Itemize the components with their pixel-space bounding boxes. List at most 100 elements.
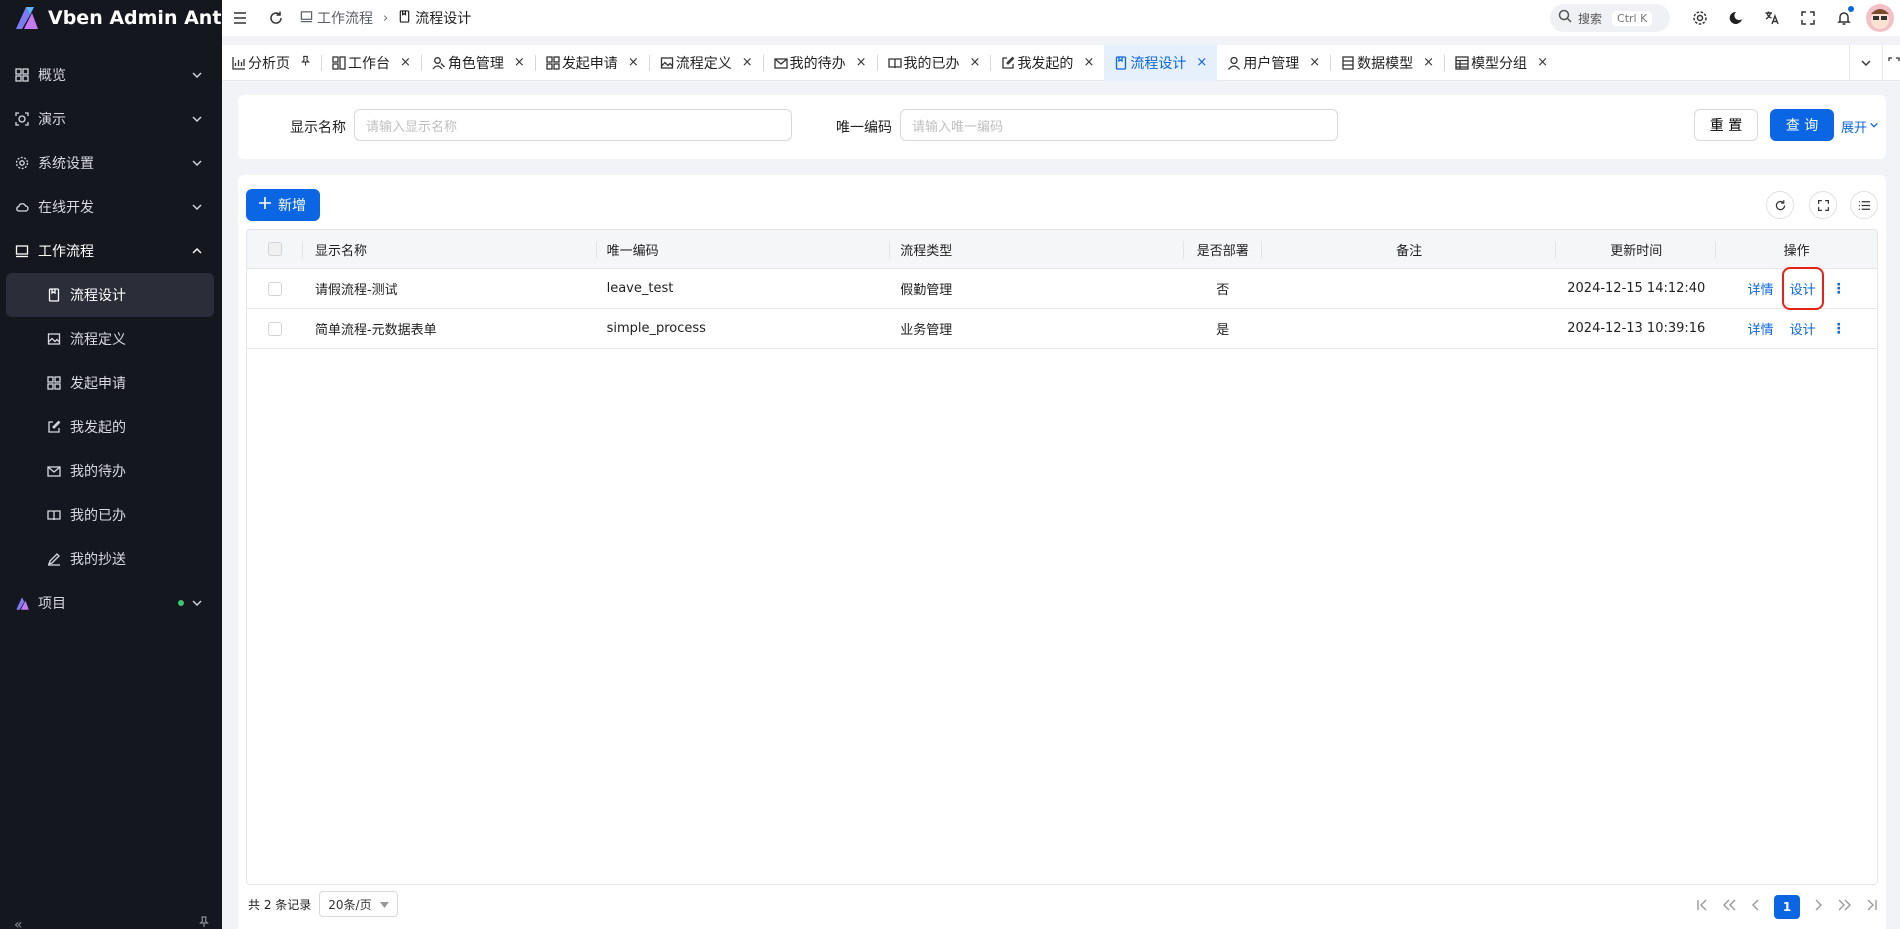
breadcrumb-item-workflow[interactable]: 工作流程: [300, 8, 373, 28]
sidebar-item-workflow[interactable]: 工作流程: [0, 229, 222, 273]
next-page-icon[interactable]: [1814, 899, 1824, 915]
row-select-cell: [247, 309, 303, 348]
breadcrumb-separator-icon: ›: [383, 10, 389, 26]
next-group-icon[interactable]: [1838, 899, 1852, 915]
book-icon: [46, 507, 62, 523]
pen-icon: [46, 551, 62, 567]
tab-my-todo[interactable]: 我的待办 ×: [764, 45, 877, 81]
search-icon: [1558, 9, 1572, 27]
last-page-icon[interactable]: [1866, 899, 1878, 915]
table-header: 显示名称 唯一编码 流程类型 是否部署 备注 更新时间 操作: [247, 230, 1877, 269]
breadcrumb-label: 工作流程: [317, 11, 373, 27]
table-row: 请假流程-测试 leave_test 假勤管理 否 2024-12-15 14:…: [247, 267, 1877, 310]
page-number-current[interactable]: 1: [1774, 895, 1800, 919]
sidebar-item-online-dev[interactable]: 在线开发: [0, 185, 222, 229]
select-all-cell: [247, 230, 303, 268]
page-size-select[interactable]: 20条/页: [319, 891, 398, 917]
tab-flow-definition[interactable]: 流程定义 ×: [650, 45, 763, 81]
dark-mode-moon-icon[interactable]: [1718, 0, 1754, 36]
row-actions: 详情 设计 ⋮: [1748, 267, 1846, 310]
close-icon[interactable]: ×: [1423, 55, 1434, 70]
row-checkbox[interactable]: [267, 321, 282, 336]
display-name-input[interactable]: 请输入显示名称: [354, 109, 792, 141]
fullscreen-icon[interactable]: [1809, 191, 1837, 219]
notification-dot: [1848, 6, 1854, 12]
more-vertical-icon[interactable]: ⋮: [1832, 321, 1846, 337]
detail-link[interactable]: 详情: [1748, 319, 1774, 338]
global-search[interactable]: 搜索 Ctrl K: [1550, 4, 1670, 32]
menu-toggle-icon[interactable]: [222, 0, 258, 36]
design-link[interactable]: 设计: [1781, 267, 1824, 310]
column-settings-list-icon[interactable]: [1850, 191, 1878, 219]
row-checkbox[interactable]: [267, 281, 282, 296]
tab-data-model[interactable]: 数据模型 ×: [1331, 45, 1444, 81]
reset-button[interactable]: 重 置: [1694, 109, 1758, 141]
avatar[interactable]: [1866, 4, 1894, 32]
sidebar-item-settings[interactable]: 系统设置: [0, 141, 222, 185]
language-icon[interactable]: [1754, 0, 1790, 36]
tab-label: 我的已办: [903, 55, 960, 72]
collapse-icon[interactable]: «: [14, 917, 23, 929]
close-icon[interactable]: ×: [1196, 55, 1207, 70]
sidebar-subitem-my-done[interactable]: 我的已办: [6, 493, 214, 537]
tab-my-started[interactable]: 我发起的 ×: [991, 45, 1104, 81]
close-icon[interactable]: ×: [1309, 55, 1320, 70]
sidebar-item-project[interactable]: 项目: [0, 581, 222, 625]
close-icon[interactable]: ×: [400, 55, 411, 70]
sidebar-item-label: 系统设置: [38, 156, 94, 172]
sidebar-subitem-my-started[interactable]: 我发起的: [6, 405, 214, 449]
sidebar-subitem-my-cc[interactable]: 我的抄送: [6, 537, 214, 581]
close-icon[interactable]: ×: [514, 55, 525, 70]
design-link[interactable]: 设计: [1788, 313, 1818, 344]
tab-workbench[interactable]: 工作台 ×: [322, 45, 421, 81]
image-icon: [660, 56, 674, 70]
close-icon[interactable]: ×: [1537, 55, 1548, 70]
query-button[interactable]: 查 询: [1770, 109, 1834, 141]
notification-bell-icon[interactable]: [1826, 0, 1862, 36]
prev-page-icon[interactable]: [1750, 899, 1760, 915]
column-header: 更新时间: [1556, 230, 1716, 268]
settings-gear-icon[interactable]: [1682, 0, 1718, 36]
expand-toggle[interactable]: 展开: [1841, 117, 1879, 136]
pagination: 1: [1696, 895, 1878, 919]
close-icon[interactable]: ×: [742, 55, 753, 70]
sidebar-subitem-flow-design[interactable]: 流程设计: [6, 273, 214, 317]
add-button[interactable]: 新增: [246, 189, 320, 221]
sidebar-subitem-my-todo[interactable]: 我的待办: [6, 449, 214, 493]
first-page-icon[interactable]: [1696, 899, 1708, 915]
select-all-checkbox[interactable]: [267, 242, 282, 256]
pin-icon[interactable]: [300, 55, 311, 71]
tab-user-management[interactable]: 用户管理 ×: [1217, 45, 1330, 81]
breadcrumb-item-flow-design[interactable]: 流程设计: [398, 8, 471, 28]
tabs-more-chevron-down-icon[interactable]: [1850, 45, 1882, 81]
detail-link[interactable]: 详情: [1748, 279, 1774, 298]
sidebar-item-demo[interactable]: 演示: [0, 97, 222, 141]
pagination-info: 共 2 条记录 20条/页: [248, 891, 398, 917]
close-icon[interactable]: ×: [628, 55, 639, 70]
cell-remark: [1262, 309, 1557, 348]
page-size-value: 20条/页: [328, 897, 372, 912]
tab-model-group[interactable]: 模型分组 ×: [1445, 45, 1558, 81]
prev-group-icon[interactable]: [1722, 899, 1736, 915]
tab-analytics[interactable]: 分析页: [222, 45, 321, 81]
tab-label: 我发起的: [1017, 55, 1074, 72]
tab-start-request[interactable]: 发起申请 ×: [536, 45, 649, 81]
sidebar-subitem-start-request[interactable]: 发起申请: [6, 361, 214, 405]
brand[interactable]: Vben Admin Antd: [0, 0, 235, 36]
tabs-maximize-icon[interactable]: [1882, 45, 1900, 81]
refresh-icon[interactable]: [1766, 191, 1794, 219]
more-vertical-icon[interactable]: ⋮: [1832, 281, 1846, 297]
sidebar-item-overview[interactable]: 概览: [0, 53, 222, 97]
pin-icon[interactable]: [198, 916, 210, 929]
tab-role-management[interactable]: 角色管理 ×: [422, 45, 535, 81]
close-icon[interactable]: ×: [970, 55, 981, 70]
table-icon: [1455, 55, 1469, 70]
close-icon[interactable]: ×: [856, 55, 867, 70]
close-icon[interactable]: ×: [1083, 55, 1094, 70]
tab-flow-design[interactable]: 流程设计 ×: [1104, 44, 1218, 81]
unique-code-input[interactable]: 请输入唯一编码: [900, 109, 1338, 141]
fullscreen-icon[interactable]: [1790, 0, 1826, 36]
tab-my-done[interactable]: 我的已办 ×: [878, 45, 991, 81]
refresh-icon[interactable]: [258, 0, 294, 36]
sidebar-subitem-flow-definition[interactable]: 流程定义: [6, 317, 214, 361]
